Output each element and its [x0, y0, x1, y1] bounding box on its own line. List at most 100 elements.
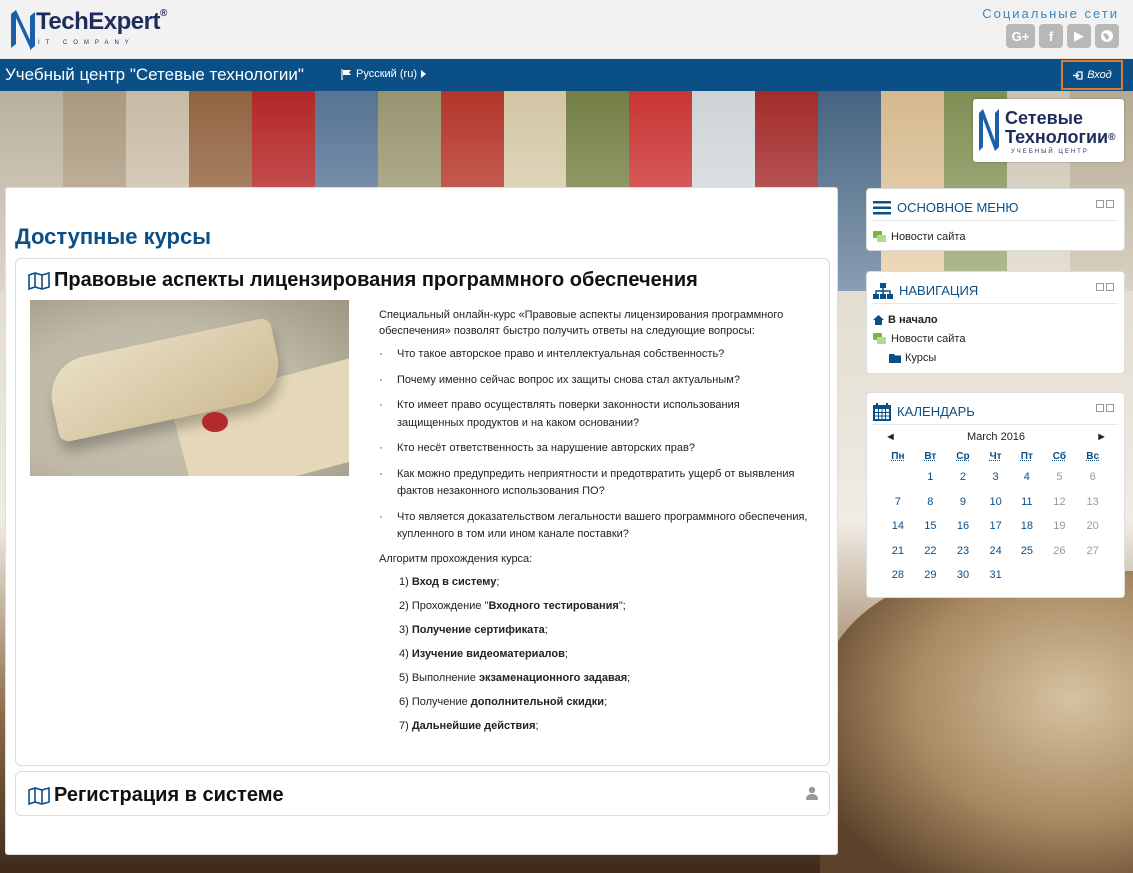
dock-icon[interactable] [1106, 404, 1114, 412]
block-controls[interactable] [1096, 404, 1114, 412]
calendar-day[interactable]: 30 [946, 563, 980, 588]
social-title: Социальные сети [982, 6, 1119, 21]
brand-badge-logo[interactable]: Сетевые Технологии® УЧЕБНЫЙ ЦЕНТР [973, 99, 1124, 162]
list-item: Кто несёт ответственность за нарушение а… [379, 440, 809, 458]
course-title-link[interactable]: Регистрация в системе [28, 784, 284, 807]
calendar-week: 123456 [881, 465, 1109, 490]
flag-icon [341, 68, 351, 80]
logo-subtitle: IT COMPANY [38, 40, 135, 46]
calendar-day[interactable]: 31 [980, 563, 1011, 588]
calendar-grid: Пн Вт Ср Чт Пт Сб Вс 1 2 3 4 5 6 7 8 9 10 11 12 13 14… [881, 447, 1109, 588]
logo-wordmark: TechExpert® [36, 8, 167, 35]
calendar-day[interactable]: 9 [946, 490, 980, 515]
forum-icon [873, 333, 886, 344]
calendar-day[interactable]: 18 [1011, 514, 1042, 539]
block-header: ОСНОВНОЕ МЕНЮ [873, 195, 1118, 221]
calendar-day[interactable]: 13 [1076, 490, 1109, 515]
calendar-day[interactable]: 14 [881, 514, 915, 539]
weekday-header: Ср [956, 450, 970, 462]
calendar-day[interactable]: 2 [946, 465, 980, 490]
calendar-icon [873, 402, 891, 421]
calendar-day[interactable]: 16 [946, 514, 980, 539]
calendar-day[interactable]: 1 [915, 465, 946, 490]
weekday-header: Чт [989, 450, 1002, 462]
calendar-month: March 2016 [966, 431, 1026, 443]
calendar-day[interactable]: 15 [915, 514, 946, 539]
calendar-day[interactable]: 5 [1042, 465, 1076, 490]
list-item: Кто имеет право осуществлять поверки зак… [379, 397, 809, 432]
list-item: Что является доказательством легальности… [379, 509, 809, 544]
step-item: 2) Прохождение "Входного тестирования"; [399, 599, 626, 612]
open-book-image [820, 571, 1133, 873]
calendar-day[interactable]: 11 [1011, 490, 1042, 515]
hamburger-icon [873, 200, 891, 214]
language-label: Русский (ru) [356, 68, 417, 80]
step-item: 4) Изучение видеоматериалов; [399, 647, 568, 660]
language-menu[interactable]: Русский (ru) [341, 68, 426, 80]
calendar: ◄ March 2016 ► Пн Вт Ср Чт Пт Сб Вс 1234… [881, 429, 1111, 588]
map-icon [28, 786, 50, 805]
calendar-day[interactable]: 10 [980, 490, 1011, 515]
nav-item-courses[interactable]: Курсы [873, 350, 1118, 366]
next-month-button[interactable]: ► [1096, 431, 1107, 443]
calendar-day[interactable]: 26 [1042, 539, 1076, 564]
weekday-header: Вс [1086, 450, 1100, 462]
collapse-icon[interactable] [1096, 283, 1104, 291]
course-description: Специальный онлайн-курс «Правовые аспект… [379, 307, 809, 742]
list-item: Что такое авторское право и интеллектуал… [379, 346, 809, 364]
calendar-day [1076, 563, 1109, 588]
folder-icon [889, 354, 901, 363]
calendar-day[interactable]: 12 [1042, 490, 1076, 515]
step-item: 5) Выполнение экзаменационного задавая; [399, 671, 631, 684]
calendar-day[interactable]: 17 [980, 514, 1011, 539]
calendar-day[interactable]: 4 [1011, 465, 1042, 490]
block-controls[interactable] [1096, 283, 1114, 291]
calendar-day[interactable]: 6 [1076, 465, 1109, 490]
step-item: 7) Дальнейшие действия; [399, 719, 539, 732]
prev-month-button[interactable]: ◄ [885, 431, 896, 443]
calendar-day[interactable]: 20 [1076, 514, 1109, 539]
calendar-day[interactable]: 23 [946, 539, 980, 564]
globe-icon[interactable] [1095, 24, 1119, 48]
menu-item-news[interactable]: Новости сайта [873, 229, 1118, 245]
techexpert-logo[interactable]: TechExpert® IT COMPANY [8, 6, 178, 54]
step-item: 6) Получение дополнительной скидки; [399, 695, 608, 708]
calendar-week: 7 8 9 10 11 12 13 [881, 490, 1109, 515]
login-button[interactable]: Вход [1061, 60, 1123, 90]
google-plus-icon[interactable]: G+ [1006, 24, 1035, 48]
block-header: НАВИГАЦИЯ [873, 278, 1118, 304]
sitemap-icon [873, 282, 893, 299]
calendar-day[interactable]: 25 [1011, 539, 1042, 564]
user-icon [806, 786, 818, 800]
home-icon [873, 315, 884, 325]
login-label: Вход [1087, 69, 1112, 81]
course-title-text: Регистрация в системе [54, 784, 284, 806]
calendar-day[interactable]: 24 [980, 539, 1011, 564]
calendar-day[interactable]: 8 [915, 490, 946, 515]
course-title-link[interactable]: Правовые аспекты лицензирования программ… [28, 269, 698, 292]
calendar-day[interactable]: 28 [881, 563, 915, 588]
collapse-icon[interactable] [1096, 200, 1104, 208]
calendar-day[interactable]: 7 [881, 490, 915, 515]
dock-icon[interactable] [1106, 283, 1114, 291]
course-card: Регистрация в системе [15, 771, 830, 816]
calendar-day[interactable]: 27 [1076, 539, 1109, 564]
calendar-day[interactable]: 22 [915, 539, 946, 564]
site-name-link[interactable]: Учебный центр "Сетевые технологии" [5, 65, 304, 85]
question-list: Что такое авторское право и интеллектуал… [379, 346, 809, 544]
nav-item-home[interactable]: В начало [873, 312, 1118, 328]
facebook-icon[interactable]: f [1039, 24, 1063, 48]
calendar-day[interactable]: 21 [881, 539, 915, 564]
calendar-day[interactable]: 3 [980, 465, 1011, 490]
block-controls[interactable] [1096, 200, 1114, 208]
calendar-day[interactable]: 19 [1042, 514, 1076, 539]
calendar-block: КАЛЕНДАРЬ ◄ March 2016 ► Пн Вт Ср Чт Пт … [866, 392, 1125, 598]
calendar-day[interactable]: 29 [915, 563, 946, 588]
nav-item-news[interactable]: Новости сайта [873, 331, 1118, 347]
youtube-icon[interactable]: ▶ [1067, 24, 1091, 48]
collapse-icon[interactable] [1096, 404, 1104, 412]
course-intro: Специальный онлайн-курс «Правовые аспект… [379, 309, 784, 337]
dock-icon[interactable] [1106, 200, 1114, 208]
list-item: Почему именно сейчас вопрос их защиты сн… [379, 372, 809, 390]
navigation-block: НАВИГАЦИЯ В начало Новости сайта Курсы [866, 271, 1125, 374]
